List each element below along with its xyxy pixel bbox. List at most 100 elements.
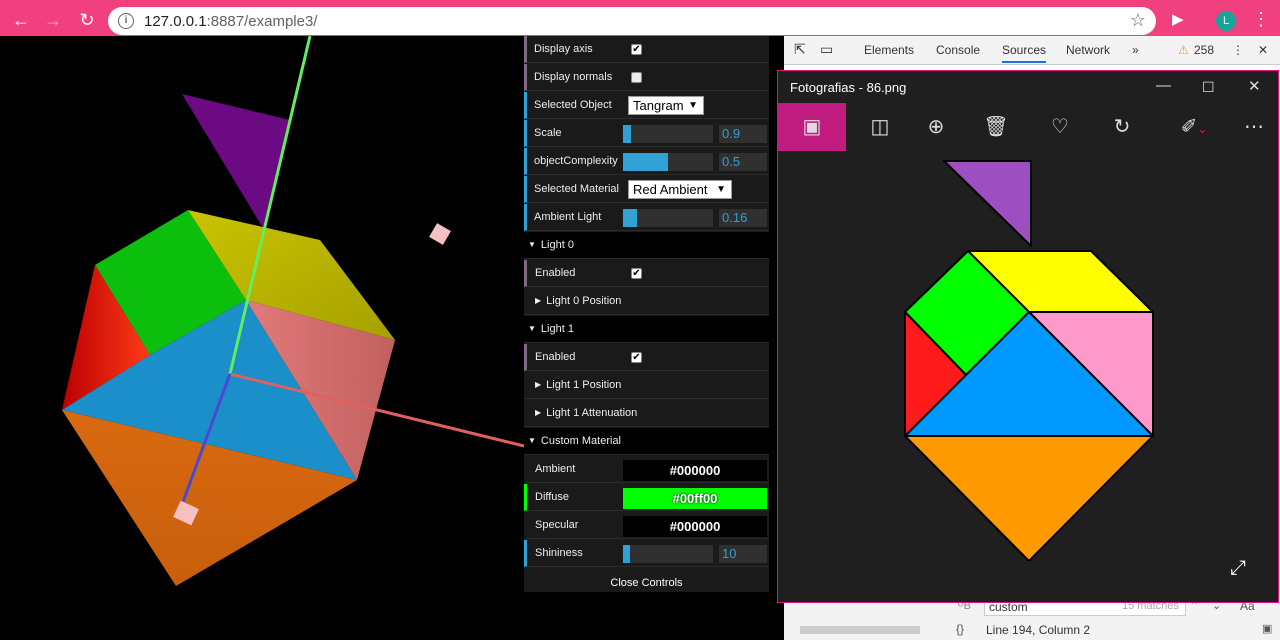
- specular-color-label: Specular: [535, 519, 579, 531]
- light1-folder[interactable]: ▼ Light 1: [524, 316, 769, 343]
- tab-network[interactable]: Network: [1066, 43, 1110, 57]
- shininess-row: Shininess 10: [524, 540, 769, 567]
- light0-folder-label: ▼ Light 0: [528, 239, 574, 251]
- selected-object-label: Selected Object: [534, 99, 612, 111]
- favorite-heart-icon[interactable]: ♡: [1036, 103, 1084, 151]
- ambient-light-slider[interactable]: [623, 209, 713, 227]
- light1-enabled-row[interactable]: Enabled ✔: [524, 344, 769, 371]
- coverage-icon[interactable]: ▣: [1262, 622, 1272, 635]
- diffuse-color-input[interactable]: #00ff00: [623, 488, 767, 509]
- profile-avatar[interactable]: L: [1216, 11, 1236, 31]
- complexity-label: objectComplexity: [534, 155, 618, 167]
- light1-position-title: Light 1 Position: [546, 379, 622, 391]
- display-normals-row[interactable]: Display normals: [524, 64, 769, 91]
- close-window-icon[interactable]: ✕: [1248, 77, 1261, 95]
- devtools-close-icon[interactable]: ✕: [1258, 43, 1268, 57]
- dropdown-arrow-icon: ▼: [716, 184, 726, 195]
- minimize-icon[interactable]: —: [1156, 77, 1171, 94]
- dropdown-arrow-icon: ▼: [688, 100, 698, 111]
- light1-position-folder[interactable]: ▶ Light 1 Position: [524, 372, 769, 399]
- scale-slider[interactable]: [623, 125, 713, 143]
- ambient-light-input[interactable]: 0.16: [719, 209, 767, 227]
- delete-icon[interactable]: 🗑: [972, 103, 1020, 151]
- devtools-search-area: ᴼB custom 15 matches ⌃ ⌄ Aa {} Line 194,…: [784, 599, 1280, 640]
- tab-console[interactable]: Console: [936, 43, 980, 57]
- diffuse-color-row: Diffuse #00ff00: [524, 484, 769, 511]
- more-options-icon[interactable]: ⋯: [1230, 103, 1278, 151]
- light0-enabled-row[interactable]: Enabled ✔: [524, 260, 769, 287]
- bookmark-star-icon[interactable]: ☆: [1130, 10, 1146, 31]
- custom-material-folder[interactable]: ▼ Custom Material: [524, 428, 769, 455]
- scale-input[interactable]: 0.9: [719, 125, 767, 143]
- photos-window: Fotografias - 86.png — ☐ ✕ ▣ ◫ ⊕ 🗑 ♡ ↻ ✐…: [777, 70, 1279, 603]
- device-toolbar-icon[interactable]: ▭: [820, 41, 833, 58]
- warning-icon: ⚠: [1178, 43, 1189, 57]
- rotate-icon[interactable]: ↻: [1098, 103, 1146, 151]
- slideshow-icon[interactable]: ◫: [856, 103, 904, 151]
- more-tabs-icon[interactable]: »: [1132, 43, 1139, 57]
- light1-attenuation-folder[interactable]: ▶ Light 1 Attenuation: [524, 400, 769, 427]
- selected-object-value: Tangram: [633, 98, 684, 113]
- selected-object-dropdown[interactable]: Tangram ▼: [628, 96, 704, 115]
- complexity-slider[interactable]: [623, 153, 713, 171]
- selected-material-dropdown[interactable]: Red Ambient ▼: [628, 180, 732, 199]
- light1-attenuation-label: ▶ Light 1 Attenuation: [535, 407, 637, 419]
- inspect-icon[interactable]: ⇱: [794, 41, 806, 58]
- shininess-slider[interactable]: [623, 545, 713, 563]
- cast-extension-icon[interactable]: ▶: [1172, 10, 1184, 28]
- selected-material-row: Selected Material Red Ambient ▼: [524, 176, 769, 203]
- scale-label: Scale: [534, 127, 562, 139]
- ambient-color-row: Ambient #000000: [524, 456, 769, 483]
- address-bar[interactable]: i 127.0.0.1:8887/example3/ ☆: [108, 7, 1156, 35]
- custom-material-folder-label: ▼ Custom Material: [528, 435, 621, 447]
- url-host: 127.0.0.1: [144, 13, 207, 30]
- browser-toolbar: ← → ↻ i 127.0.0.1:8887/example3/ ☆ ▶ L ⋮: [0, 0, 1280, 36]
- zoom-in-icon[interactable]: ⊕: [912, 103, 960, 151]
- light1-position-label: ▶ Light 1 Position: [535, 379, 621, 391]
- complexity-input[interactable]: 0.5: [719, 153, 767, 171]
- shininess-input[interactable]: 10: [719, 545, 767, 563]
- info-icon[interactable]: i: [118, 13, 134, 29]
- back-icon[interactable]: ←: [10, 9, 32, 31]
- horizontal-scrollbar[interactable]: [800, 626, 920, 634]
- caret-right-icon: ▶: [535, 408, 542, 417]
- devtools-tabbar: ⇱ ▭ Elements Console Sources Network » ⚠…: [784, 36, 1280, 65]
- light1-enabled-label: Enabled: [535, 351, 576, 363]
- light0-position-label: ▶ Light 0 Position: [535, 295, 621, 307]
- ambient-light-label: Ambient Light: [534, 211, 602, 223]
- selected-material-label: Selected Material: [534, 183, 619, 195]
- light0-enabled-checkbox[interactable]: ✔: [631, 268, 642, 279]
- caret-down-icon: ▼: [528, 240, 536, 249]
- fullscreen-icon[interactable]: ⤢: [1230, 557, 1246, 580]
- close-controls-button[interactable]: Close Controls: [524, 577, 769, 589]
- light1-enabled-checkbox[interactable]: ✔: [631, 352, 642, 363]
- image-view-icon[interactable]: ▣: [778, 103, 846, 151]
- warning-count[interactable]: 258: [1194, 43, 1214, 57]
- caret-down-icon: ▼: [528, 436, 536, 445]
- ambient-color-input[interactable]: #000000: [623, 460, 767, 481]
- forward-icon[interactable]: →: [42, 9, 64, 31]
- selected-material-value: Red Ambient: [633, 182, 708, 197]
- pretty-print-icon[interactable]: {}: [956, 622, 964, 636]
- browser-menu-icon[interactable]: ⋮: [1252, 9, 1270, 30]
- controls-panel: Display axis ✔ Display normals Selected …: [524, 36, 769, 592]
- light1-title: Light 1: [540, 323, 574, 335]
- light-marker-0: [429, 223, 451, 245]
- devtools-menu-icon[interactable]: ⋮: [1232, 43, 1244, 57]
- selected-object-row: Selected Object Tangram ▼: [524, 92, 769, 119]
- purple-triangle-shape: [182, 94, 290, 228]
- reload-icon[interactable]: ↻: [76, 9, 98, 31]
- tab-sources[interactable]: Sources: [1002, 43, 1047, 63]
- tab-elements[interactable]: Elements: [864, 43, 914, 57]
- display-axis-row[interactable]: Display axis ✔: [524, 36, 769, 63]
- maximize-icon[interactable]: ☐: [1202, 79, 1215, 96]
- edit-create-icon[interactable]: ✐⌄: [1164, 103, 1224, 151]
- display-normals-checkbox[interactable]: [631, 72, 642, 83]
- specular-color-input[interactable]: #000000: [623, 516, 767, 537]
- light0-position-folder[interactable]: ▶ Light 0 Position: [524, 288, 769, 315]
- light0-enabled-label: Enabled: [535, 267, 576, 279]
- light1-attenuation-title: Light 1 Attenuation: [546, 407, 638, 419]
- light0-position-title: Light 0 Position: [546, 295, 622, 307]
- light0-folder[interactable]: ▼ Light 0: [524, 232, 769, 259]
- display-axis-checkbox[interactable]: ✔: [631, 44, 642, 55]
